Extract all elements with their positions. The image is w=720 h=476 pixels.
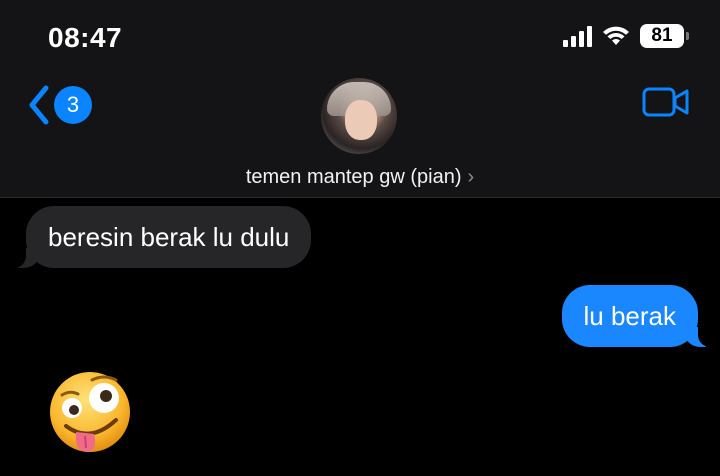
battery-icon: 81 [640,24,689,48]
back-button[interactable]: 3 [26,84,92,126]
status-time: 08:47 [48,22,123,53]
wifi-icon [602,25,630,47]
status-indicators: 81 [563,24,689,48]
outgoing-message-bubble[interactable]: lu berak [561,285,712,347]
conversation-header: 08:47 81 3 temen mantep gw (pian) › [0,0,720,198]
chevron-left-icon [29,85,49,125]
video-call-button[interactable] [642,86,690,123]
message-text: beresin berak lu dulu [48,222,290,252]
contact-name-button[interactable]: temen mantep gw (pian) › [0,166,720,189]
unread-count-badge: 3 [54,86,92,124]
video-camera-icon [642,87,689,117]
contact-name: temen mantep gw (pian) [245,166,462,188]
zany-face-emoji[interactable] [46,368,138,460]
incoming-message-bubble[interactable]: beresin berak lu dulu [11,206,312,268]
chevron-right-icon: › [467,166,475,188]
cellular-signal-icon [563,25,592,47]
contact-avatar[interactable] [321,78,397,154]
battery-level: 81 [651,25,673,46]
message-text: lu berak [583,301,677,331]
